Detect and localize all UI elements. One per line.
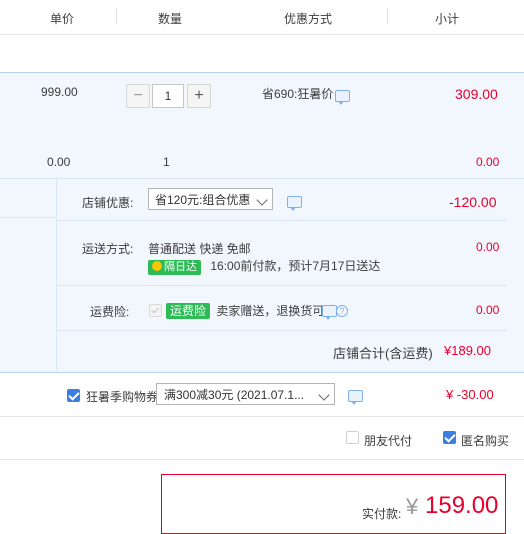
section-divider: [0, 459, 524, 460]
anonymous-label: 匿名购买: [461, 434, 510, 448]
shipping-method: 普通配送 快递 免邮: [148, 242, 251, 256]
friend-pay-checkbox[interactable]: [346, 431, 359, 444]
header-promotion: 优惠方式: [284, 12, 333, 26]
insurance-label: 运费险:: [90, 305, 130, 319]
panel-divider: [56, 178, 57, 371]
gift-quantity: 1: [163, 155, 170, 169]
item-unit-price: 999.00: [41, 85, 78, 99]
row-divider: [57, 285, 507, 286]
shipping-note: 16:00前付款，预计7月17日送达: [210, 259, 381, 273]
coupon-label: 狂暑季购物券: [86, 390, 159, 404]
insurance-info: 运费险 卖家赠送，退换货可赔: [166, 302, 336, 319]
shop-discount-select[interactable]: 省120元:组合优惠: [148, 188, 273, 210]
anonymous-checkbox[interactable]: [443, 431, 456, 444]
chevron-down-icon: [318, 389, 330, 401]
chevron-down-icon: [256, 194, 268, 206]
header-divider: [116, 8, 117, 24]
shipping-eta: 隔日达 16:00前付款，预计7月17日送达: [148, 257, 380, 275]
item-subtotal: 309.00: [455, 86, 498, 102]
shop-discount-label: 店铺优惠:: [82, 196, 134, 210]
chat-icon[interactable]: [348, 390, 363, 405]
shipping-label: 运送方式:: [82, 242, 134, 256]
section-divider: [0, 416, 524, 417]
shipping-amount: 0.00: [476, 240, 500, 254]
insurance-checkbox[interactable]: [149, 304, 162, 317]
header-quantity: 数量: [158, 12, 183, 26]
coupon-value: 满300减30元 (2021.07.1...: [164, 388, 305, 402]
shop-total-amount: ¥189.00: [444, 343, 491, 358]
payment-currency: ¥: [406, 494, 419, 519]
row-divider: [57, 220, 507, 221]
quantity-input[interactable]: 1: [152, 84, 184, 108]
insurance-tag: 运费险: [166, 303, 211, 319]
chat-icon[interactable]: [322, 305, 337, 320]
coupon-amount: ¥ -30.00: [446, 387, 494, 402]
header-divider: [387, 8, 388, 24]
next-day-badge: 隔日达: [148, 260, 201, 275]
payment-summary: 实付款: ¥ 159.00: [161, 474, 506, 534]
chat-icon[interactable]: [287, 196, 302, 211]
row-divider: [0, 217, 57, 218]
order-table-header: 单价 数量 优惠方式 小计: [0, 0, 524, 35]
increase-button[interactable]: +: [187, 84, 211, 108]
payment-amount: 159.00: [425, 492, 499, 519]
decrease-button[interactable]: −: [126, 84, 150, 108]
friend-pay-label: 朋友代付: [364, 434, 413, 448]
lightning-icon: [152, 261, 162, 271]
row-divider: [57, 330, 507, 331]
gift-subtotal: 0.00: [476, 155, 500, 169]
header-unit-price: 单价: [50, 12, 75, 26]
insurance-desc: 卖家赠送，退换货可赔: [216, 304, 337, 318]
quantity-stepper[interactable]: − 1 +: [126, 84, 211, 108]
shop-total-label: 店铺合计(含运费): [333, 346, 433, 361]
payment-label: 实付款:: [362, 507, 402, 521]
header-subtotal: 小计: [435, 12, 460, 26]
help-icon[interactable]: ?: [336, 303, 348, 317]
coupon-select[interactable]: 满300减30元 (2021.07.1...: [156, 383, 335, 405]
item-promotion: 省690:狂暑价: [262, 87, 334, 101]
gift-unit-price: 0.00: [47, 155, 71, 169]
shop-discount-amount: -120.00: [449, 194, 497, 210]
coupon-checkbox[interactable]: [67, 389, 80, 402]
insurance-amount: 0.00: [476, 303, 500, 317]
chat-icon[interactable]: [335, 90, 350, 105]
shop-discount-value: 省120元:组合优惠: [155, 193, 251, 207]
